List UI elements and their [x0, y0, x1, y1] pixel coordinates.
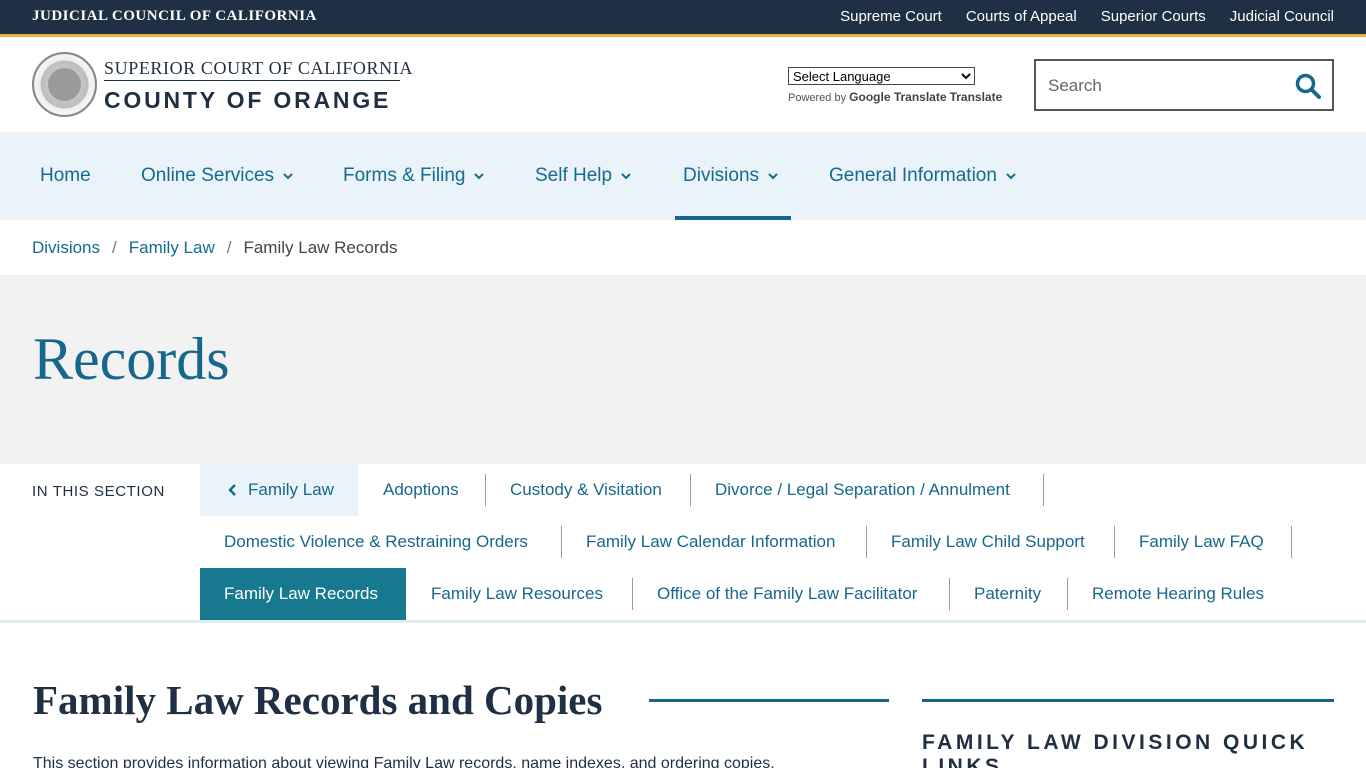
top-bar: JUDICIAL COUNCIL OF CALIFORNIA Supreme C…: [0, 0, 1366, 37]
powered-by-google: Powered by Google Translate Translate: [788, 90, 1002, 104]
breadcrumb-separator: /: [226, 238, 232, 257]
nav-self-help-label: Self Help: [535, 165, 613, 186]
section-nav-item-divorce[interactable]: Divorce / Legal Separation / Annulment: [691, 464, 1034, 516]
nav-general-information-label: General Information: [829, 165, 997, 186]
sidebar-quick-links-title: FAMILY LAW DIVISION QUICK LINKS: [922, 731, 1309, 768]
nav-online-services-label: Online Services: [141, 165, 275, 186]
court-name-line2[interactable]: COUNTY OF ORANGE: [104, 87, 391, 114]
nav-divisions[interactable]: Divisions: [674, 132, 792, 220]
seal-center: [48, 68, 81, 101]
nav-general-information[interactable]: General Information: [829, 132, 1017, 220]
section-nav-item-adoptions[interactable]: Adoptions: [359, 464, 483, 516]
nav-divisions-label: Divisions: [683, 165, 760, 186]
section-nav-item-domestic-violence[interactable]: Domestic Violence & Restraining Orders: [200, 516, 552, 568]
breadcrumb-divisions[interactable]: Divisions: [32, 238, 100, 258]
top-links: Supreme Court Courts of Appeal Superior …: [840, 8, 1334, 25]
section-nav-item-resources[interactable]: Family Law Resources: [407, 568, 627, 620]
section-nav-item-label: Remote Hearing Rules: [1092, 584, 1264, 603]
top-link-judicial-council[interactable]: Judicial Council: [1230, 8, 1334, 25]
page-title: Records: [33, 326, 230, 392]
section-nav-item-label: Paternity: [974, 584, 1042, 603]
content-title-rule: [649, 699, 889, 702]
chevron-down-icon: [1006, 173, 1016, 180]
section-nav-bottom-border: [0, 620, 1366, 623]
page-hero: Records: [0, 275, 1366, 464]
nav-home[interactable]: Home: [40, 132, 91, 220]
google-translate-label: Google Translate: [849, 90, 947, 104]
section-nav-item-label: Office of the Family Law Facilitator: [657, 584, 918, 603]
nav-forms-filing[interactable]: Forms & Filing: [343, 132, 485, 220]
section-nav-item-label: Divorce / Legal Separation / Annulment: [715, 480, 1010, 499]
language-select[interactable]: Select Language: [788, 67, 975, 85]
section-nav-back-label: Family Law: [248, 480, 334, 499]
breadcrumb-current: Family Law Records: [243, 238, 398, 257]
search-box: [1034, 59, 1334, 111]
nav-home-label: Home: [40, 165, 91, 186]
content-title: Family Law Records and Copies: [33, 677, 603, 723]
breadcrumb: Divisions / Family Law / Family Law Reco…: [32, 238, 397, 258]
nav-self-help[interactable]: Self Help: [535, 132, 632, 220]
section-nav-item-label: Family Law FAQ: [1139, 532, 1264, 551]
section-nav-back-family-law[interactable]: Family Law: [200, 464, 358, 516]
section-nav-item-paternity[interactable]: Paternity: [950, 568, 1065, 620]
section-nav-item-label: Domestic Violence & Restraining Orders: [224, 532, 528, 551]
section-nav-divider: [1291, 526, 1292, 558]
chevron-down-icon: [283, 173, 293, 180]
top-link-supreme-court[interactable]: Supreme Court: [840, 8, 942, 25]
top-link-superior-courts[interactable]: Superior Courts: [1101, 8, 1206, 25]
nav-online-services[interactable]: Online Services: [141, 132, 294, 220]
chevron-down-icon: [474, 173, 485, 180]
breadcrumb-separator: /: [112, 238, 117, 257]
sidebar-rule: [922, 699, 1334, 702]
court-name-line1[interactable]: SUPERIOR COURT OF CALIFORNIA: [104, 58, 413, 79]
court-name-divider: [104, 80, 400, 81]
section-nav-item-child-support[interactable]: Family Law Child Support: [867, 516, 1109, 568]
section-nav-item-label: Custody & Visitation: [510, 480, 662, 499]
section-nav-item-records[interactable]: Family Law Records: [200, 568, 406, 620]
section-nav-item-label: Family Law Calendar Information: [586, 532, 836, 551]
judicial-council-brand[interactable]: JUDICIAL COUNCIL OF CALIFORNIA: [32, 8, 317, 25]
section-nav-item-custody[interactable]: Custody & Visitation: [486, 464, 686, 516]
section-nav-item-faq[interactable]: Family Law FAQ: [1115, 516, 1288, 568]
main-navigation: Home Online Services Forms & Filing Self…: [0, 132, 1366, 220]
section-nav-item-remote-hearing[interactable]: Remote Hearing Rules: [1068, 568, 1288, 620]
chevron-down-icon: [621, 173, 631, 180]
google-translate-logo[interactable]: Google Translate: [849, 90, 947, 104]
site-header: SUPERIOR COURT OF CALIFORNIA COUNTY OF O…: [0, 40, 1366, 132]
section-nav-item-label: Family Law Resources: [431, 584, 603, 603]
section-nav-label: IN THIS SECTION: [32, 483, 165, 500]
chevron-down-icon: [768, 173, 778, 180]
translate-link[interactable]: Translate: [950, 90, 1003, 104]
section-nav-divider: [1043, 474, 1044, 506]
section-nav-item-label: Family Law Records: [224, 584, 378, 603]
court-seal-logo[interactable]: [32, 52, 97, 117]
top-link-courts-of-appeal[interactable]: Courts of Appeal: [966, 8, 1077, 25]
content-intro: This section provides information about …: [33, 755, 775, 768]
search-icon[interactable]: [1294, 72, 1322, 100]
section-nav-item-label: Family Law Child Support: [891, 532, 1085, 551]
language-select-wrapper: Select Language: [788, 67, 975, 86]
breadcrumb-family-law[interactable]: Family Law: [129, 238, 215, 258]
nav-forms-filing-label: Forms & Filing: [343, 165, 466, 186]
section-nav-item-label: Adoptions: [383, 480, 459, 499]
section-nav-item-calendar[interactable]: Family Law Calendar Information: [562, 516, 859, 568]
search-input[interactable]: [1048, 74, 1288, 98]
powered-by-label: Powered by: [788, 92, 847, 104]
section-nav-item-facilitator[interactable]: Office of the Family Law Facilitator: [633, 568, 941, 620]
